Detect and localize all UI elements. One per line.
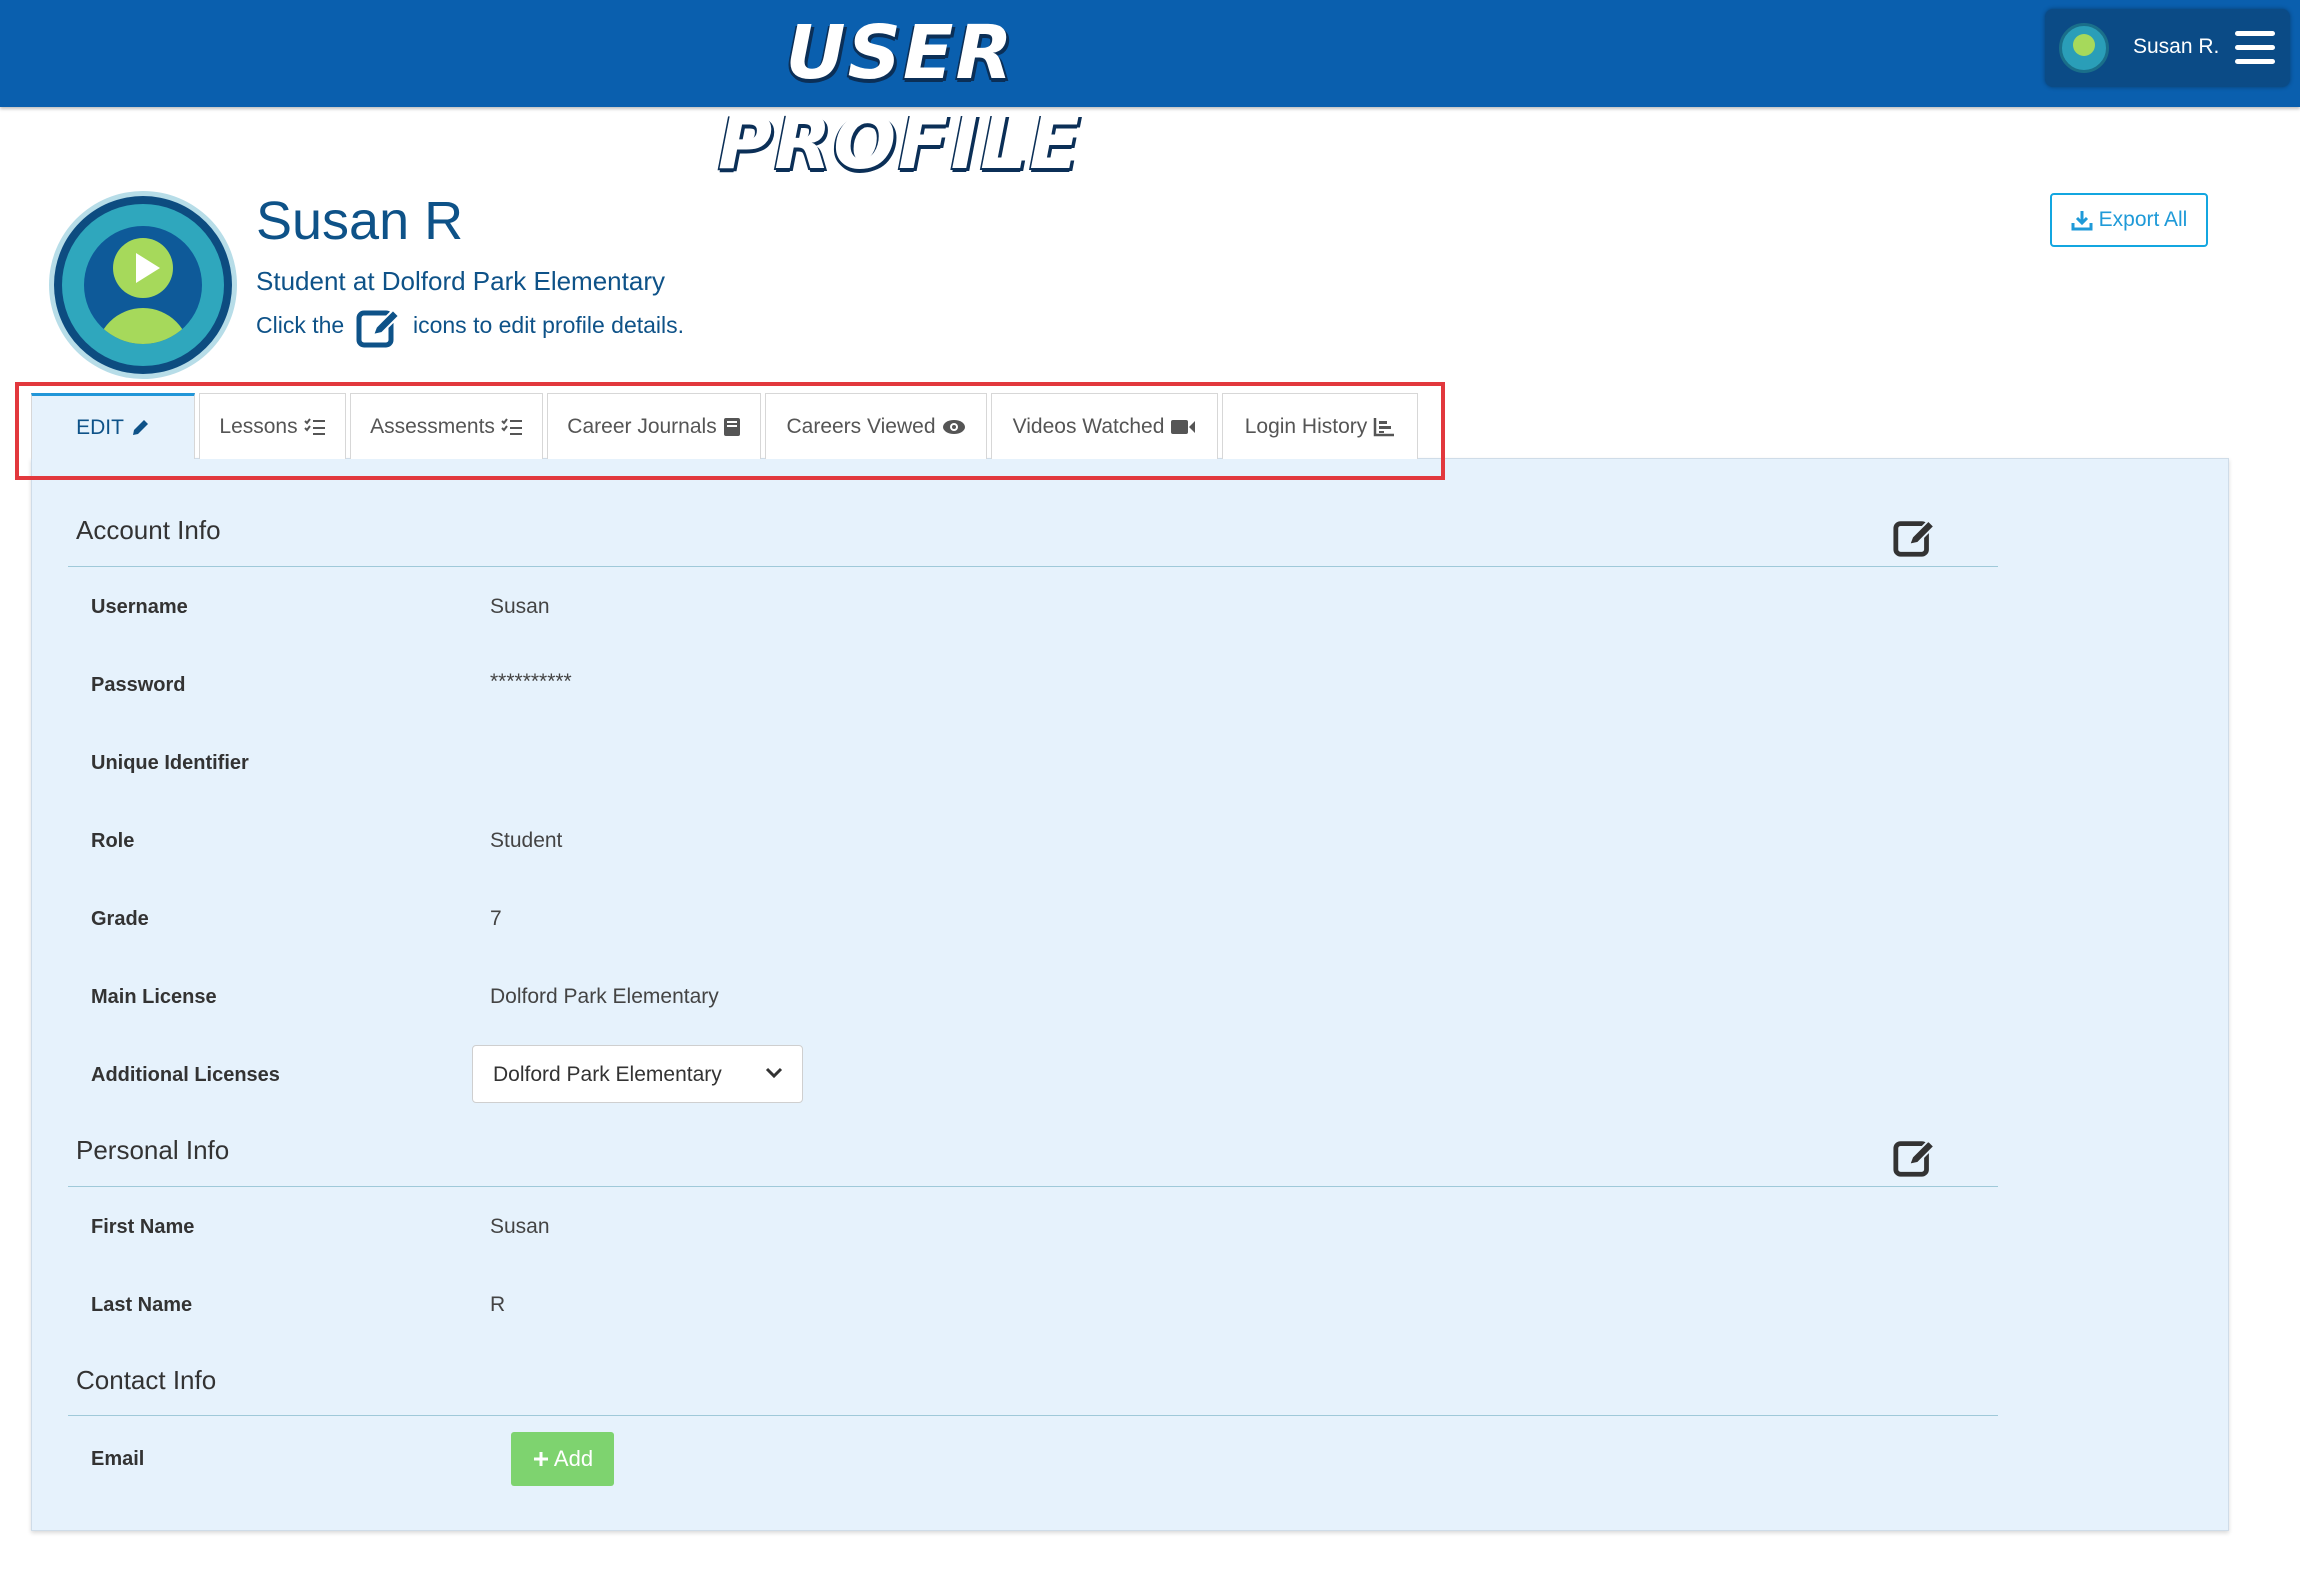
profile-panel xyxy=(31,458,2229,1531)
user-menu-button[interactable]: Susan R. xyxy=(2045,9,2290,87)
username-label: Username xyxy=(91,596,188,618)
hint-text-after: icons to edit profile details. xyxy=(412,312,685,339)
profile-edit-hint: Click the icons to edit profile details. xyxy=(256,303,684,351)
unique-identifier-label: Unique Identifier xyxy=(91,752,249,774)
additional-licenses-label: Additional Licenses xyxy=(91,1064,280,1086)
tabs-highlight-box xyxy=(15,382,1445,480)
hint-text-before: Click the xyxy=(256,312,345,339)
user-avatar-icon xyxy=(2059,23,2109,73)
top-header-bar: USER PROFILE Susan R. xyxy=(0,0,2300,186)
app-title: USER PROFILE xyxy=(718,10,1082,186)
contact-info-title: Contact Info xyxy=(76,1365,217,1395)
additional-licenses-select[interactable]: Dolford Park Elementary xyxy=(472,1045,803,1103)
profile-avatar xyxy=(54,196,232,374)
profile-subtitle: Student at Dolford Park Elementary xyxy=(256,266,665,296)
account-info-title: Account Info xyxy=(76,515,221,545)
password-label: Password xyxy=(91,674,186,696)
grade-value: 7 xyxy=(490,907,502,930)
first-name-label: First Name xyxy=(91,1216,195,1238)
hamburger-icon[interactable] xyxy=(2235,31,2275,65)
profile-name: Susan R xyxy=(256,191,464,251)
download-icon xyxy=(2071,211,2093,231)
export-all-button[interactable]: Export All xyxy=(2050,193,2208,247)
last-name-label: Last Name xyxy=(91,1294,193,1316)
export-all-label: Export All xyxy=(2098,208,2188,231)
section-divider xyxy=(68,566,1998,567)
password-value: ********** xyxy=(490,670,572,693)
first-name-value: Susan xyxy=(490,1215,550,1238)
edit-personal-info-icon[interactable] xyxy=(1892,1134,1938,1180)
add-email-label: Add xyxy=(553,1446,594,1471)
section-divider xyxy=(68,1186,1998,1187)
grade-label: Grade xyxy=(91,908,149,930)
personal-info-title: Personal Info xyxy=(76,1135,230,1165)
username-value: Susan xyxy=(490,595,550,618)
main-license-label: Main License xyxy=(91,986,217,1008)
role-value: Student xyxy=(490,829,563,852)
main-license-value: Dolford Park Elementary xyxy=(490,985,719,1008)
plus-icon xyxy=(533,1452,548,1466)
user-menu-name: Susan R. xyxy=(2133,35,2220,58)
add-email-button[interactable]: Add xyxy=(511,1432,614,1486)
last-name-value: R xyxy=(490,1293,506,1316)
email-label: Email xyxy=(91,1448,145,1470)
edit-account-info-icon[interactable] xyxy=(1892,514,1938,560)
play-icon xyxy=(136,253,160,283)
chevron-down-icon xyxy=(765,1067,783,1079)
edit-icon xyxy=(356,308,401,348)
role-label: Role xyxy=(91,830,135,852)
section-divider xyxy=(68,1415,1998,1416)
additional-licenses-selected: Dolford Park Elementary xyxy=(493,1063,722,1086)
